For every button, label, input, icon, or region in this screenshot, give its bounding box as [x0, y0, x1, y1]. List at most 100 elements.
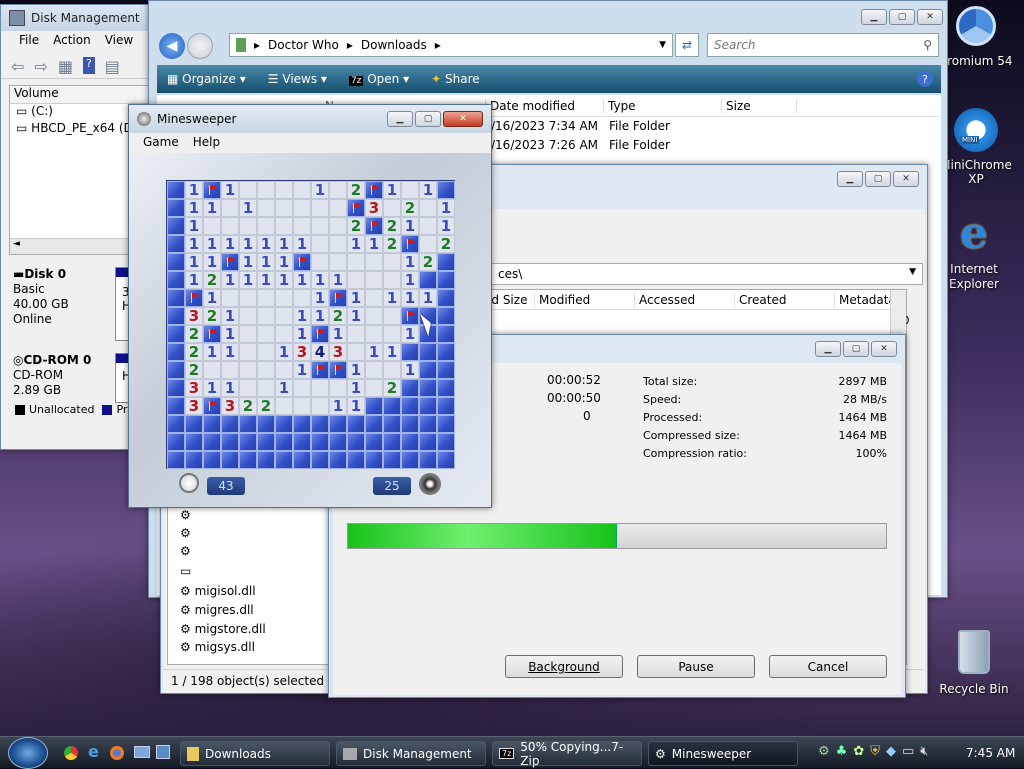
forward-arrow-icon[interactable]: ⇨ [34, 57, 47, 76]
menu-game[interactable]: Game [143, 135, 179, 153]
covered-cell[interactable] [437, 433, 455, 451]
covered-cell[interactable] [401, 415, 419, 433]
address-dropdown-icon[interactable]: ▼ [659, 40, 666, 50]
volume-column-header[interactable]: Volume [10, 86, 158, 104]
covered-cell[interactable] [401, 433, 419, 451]
number-cell[interactable]: 1 [221, 325, 239, 343]
path-dropdown-icon[interactable]: ▼ [909, 267, 916, 277]
flagged-cell[interactable] [203, 397, 221, 415]
covered-cell[interactable] [329, 451, 347, 469]
covered-cell[interactable] [221, 451, 239, 469]
covered-cell[interactable] [167, 271, 185, 289]
number-cell[interactable]: 4 [311, 343, 329, 361]
number-cell[interactable]: 2 [437, 235, 455, 253]
firefox-quicklaunch-icon[interactable] [110, 746, 124, 760]
number-cell[interactable]: 1 [347, 235, 365, 253]
number-cell[interactable]: 1 [401, 325, 419, 343]
covered-cell[interactable] [167, 433, 185, 451]
flagged-cell[interactable] [311, 325, 329, 343]
covered-cell[interactable] [275, 415, 293, 433]
revealed-cell[interactable] [221, 361, 239, 379]
covered-cell[interactable] [401, 343, 419, 361]
file-row[interactable]: /16/2023 7:34 AM File Folder [491, 119, 670, 133]
views-button[interactable]: ☰ Views ▾ [268, 72, 327, 86]
number-cell[interactable]: 1 [257, 271, 275, 289]
breadcrumb-item[interactable]: Doctor Who [268, 38, 339, 52]
minimize-button[interactable]: ▁ [387, 111, 413, 127]
search-box[interactable]: Search ⚲ [707, 33, 939, 57]
file-row[interactable]: ⚙ migres.dll [180, 603, 254, 617]
number-cell[interactable]: 1 [311, 289, 329, 307]
tray-app-icon[interactable]: ◆ [886, 744, 896, 759]
revealed-cell[interactable] [257, 325, 275, 343]
column-created[interactable]: Created [734, 292, 834, 307]
revealed-cell[interactable] [311, 235, 329, 253]
covered-cell[interactable] [311, 415, 329, 433]
background-button[interactable]: Background [505, 655, 623, 678]
search-icon[interactable]: ⚲ [923, 38, 932, 52]
menu-view[interactable]: View [105, 33, 133, 53]
number-cell[interactable]: 2 [203, 271, 221, 289]
revealed-cell[interactable] [257, 289, 275, 307]
revealed-cell[interactable] [293, 199, 311, 217]
file-row[interactable]: ⚙ migstore.dll [180, 622, 266, 636]
file-row[interactable]: ⚙ migsys.dll [180, 640, 255, 654]
covered-cell[interactable] [329, 433, 347, 451]
tray-app-icon[interactable]: ♣ [836, 744, 848, 759]
number-cell[interactable]: 2 [185, 361, 203, 379]
number-cell[interactable]: 1 [257, 253, 275, 271]
number-cell[interactable]: 1 [275, 271, 293, 289]
covered-cell[interactable] [383, 397, 401, 415]
revealed-cell[interactable] [347, 271, 365, 289]
revealed-cell[interactable] [347, 253, 365, 271]
revealed-cell[interactable] [365, 379, 383, 397]
ie-quicklaunch-icon[interactable]: e [88, 742, 99, 761]
covered-cell[interactable] [365, 415, 383, 433]
revealed-cell[interactable] [257, 217, 275, 235]
revealed-cell[interactable] [239, 181, 257, 199]
number-cell[interactable]: 2 [347, 181, 365, 199]
volume-muted-icon[interactable]: 🔇︎ [920, 744, 928, 759]
column-date-modified[interactable]: Date modified [485, 98, 603, 113]
number-cell[interactable]: 1 [347, 361, 365, 379]
covered-cell[interactable] [221, 415, 239, 433]
covered-cell[interactable] [347, 415, 365, 433]
covered-cell[interactable] [167, 343, 185, 361]
maximize-button[interactable]: ▢ [843, 341, 869, 357]
revealed-cell[interactable] [419, 199, 437, 217]
desktop-icon-chromium[interactable]: hromium 54 [936, 6, 1016, 68]
revealed-cell[interactable] [275, 325, 293, 343]
revealed-cell[interactable] [365, 361, 383, 379]
revealed-cell[interactable] [329, 235, 347, 253]
explorer-titlebar[interactable] [149, 1, 947, 29]
covered-cell[interactable] [167, 199, 185, 217]
covered-cell[interactable] [185, 433, 203, 451]
number-cell[interactable]: 1 [293, 361, 311, 379]
covered-cell[interactable] [275, 451, 293, 469]
covered-cell[interactable] [167, 181, 185, 199]
file-row[interactable]: ⚙ [180, 508, 191, 522]
revealed-cell[interactable] [239, 343, 257, 361]
covered-cell[interactable] [167, 307, 185, 325]
maximize-button[interactable]: ▢ [889, 9, 915, 25]
revealed-cell[interactable] [347, 325, 365, 343]
covered-cell[interactable] [437, 289, 455, 307]
revealed-cell[interactable] [221, 217, 239, 235]
number-cell[interactable]: 1 [311, 271, 329, 289]
number-cell[interactable]: 3 [293, 343, 311, 361]
file-row[interactable]: ⚙ [180, 544, 191, 558]
maximize-button[interactable]: ▢ [865, 171, 891, 187]
revealed-cell[interactable] [365, 271, 383, 289]
covered-cell[interactable] [167, 361, 185, 379]
organize-button[interactable]: ▦ Organize ▾ [167, 72, 246, 86]
properties-icon[interactable]: ▤ [105, 57, 120, 76]
revealed-cell[interactable] [275, 181, 293, 199]
menu-help[interactable]: Help [193, 135, 220, 153]
covered-cell[interactable] [419, 271, 437, 289]
revealed-cell[interactable] [293, 379, 311, 397]
chrome-quicklaunch-icon[interactable] [64, 746, 78, 760]
covered-cell[interactable] [347, 451, 365, 469]
tray-app-icon[interactable]: ✿ [853, 744, 864, 759]
revealed-cell[interactable] [239, 289, 257, 307]
covered-cell[interactable] [437, 397, 455, 415]
